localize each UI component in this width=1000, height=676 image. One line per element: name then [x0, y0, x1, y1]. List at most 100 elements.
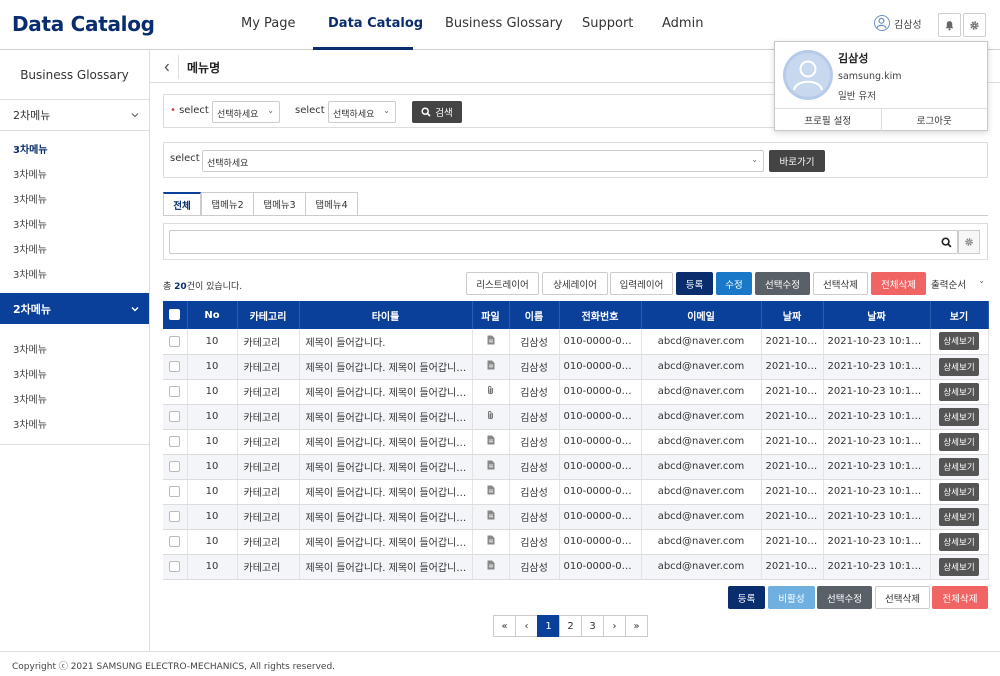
page-first-button[interactable]: «: [493, 615, 516, 637]
page-next-button[interactable]: ›: [603, 615, 626, 637]
table-row[interactable]: 10 카테고리 제목이 들어갑니다. 제목이 들어갑니다. 김삼성 010-0000-0…: [163, 529, 989, 555]
tab-all[interactable]: 전체: [163, 192, 201, 216]
filter-select-2[interactable]: 선택하세요 ⌄: [328, 101, 396, 123]
delete-all-button[interactable]: 전체삭제: [871, 272, 926, 295]
user-menu-button[interactable]: 김삼성: [874, 15, 922, 31]
document-icon[interactable]: [487, 560, 495, 573]
column-header[interactable]: No: [187, 301, 238, 329]
page-button[interactable]: 3: [581, 615, 604, 637]
sidebar-group-1[interactable]: 2차메뉴: [0, 100, 149, 131]
nav-item-admin[interactable]: Admin: [662, 16, 703, 31]
cell-title[interactable]: 제목이 들어갑니다. 제목이 들어갑니다.: [299, 479, 473, 505]
cell-title[interactable]: 제목이 들어갑니다. 제목이 들어갑니다.: [299, 404, 473, 430]
row-checkbox[interactable]: [169, 360, 181, 372]
nav-item-support[interactable]: Support: [582, 16, 633, 31]
cell-title[interactable]: 제목이 들어갑니다. 제목이 들어갑니다.: [299, 529, 473, 555]
filter-select-3[interactable]: 선택하세요 ⌄: [202, 150, 764, 172]
bottom-edit-selected-button[interactable]: 선택수정: [817, 586, 872, 609]
page-button[interactable]: 2: [559, 615, 582, 637]
search-button[interactable]: 검색: [412, 101, 462, 123]
document-icon[interactable]: [487, 510, 495, 523]
column-header[interactable]: 파일: [472, 301, 510, 329]
detail-view-button[interactable]: 상세보기: [939, 432, 979, 451]
column-header[interactable]: 이름: [509, 301, 560, 329]
select-all-checkbox[interactable]: [169, 309, 181, 321]
cell-title[interactable]: 제목이 들어갑니다. 제목이 들어갑니다.: [299, 379, 473, 405]
column-header[interactable]: 이메일: [641, 301, 762, 329]
table-row[interactable]: 10 카테고리 제목이 들어갑니다. 제목이 들어갑니다. 김삼성 010-0000-0…: [163, 429, 989, 455]
table-row[interactable]: 10 카테고리 제목이 들어갑니다. 제목이 들어갑니다. 김삼성 010-0000-0…: [163, 479, 989, 505]
column-header[interactable]: 보기: [930, 301, 989, 329]
detail-layer-button[interactable]: 상세레이어: [542, 272, 608, 295]
column-header[interactable]: 날짜: [823, 301, 931, 329]
cell-title[interactable]: 제목이 들어갑니다. 제목이 들어갑니다.: [299, 429, 473, 455]
detail-view-button[interactable]: 상세보기: [939, 532, 979, 551]
sidebar-group-2[interactable]: 2차메뉴: [0, 293, 149, 324]
document-icon[interactable]: [487, 335, 495, 348]
table-row[interactable]: 10 카테고리 제목이 들어갑니다. 제목이 들어갑니다. 김삼성 010-0000-0…: [163, 404, 989, 430]
table-row[interactable]: 10 카테고리 제목이 들어갑니다. 제목이 들어갑니다. 김삼성 010-0000-0…: [163, 504, 989, 530]
sidebar-item[interactable]: 3차메뉴: [0, 213, 149, 238]
row-checkbox[interactable]: [169, 510, 181, 522]
edit-button[interactable]: 수정: [716, 272, 752, 295]
detail-view-button[interactable]: 상세보기: [939, 507, 979, 526]
detail-view-button[interactable]: 상세보기: [939, 482, 979, 501]
tab-menu-3[interactable]: 탭메뉴3: [253, 192, 306, 216]
filter-select-1[interactable]: 선택하세요 ⌄: [212, 101, 280, 123]
column-header[interactable]: 전화번호: [559, 301, 642, 329]
table-row[interactable]: 10카테고리제목이 들어갑니다. 제목이 들어갑니다. 제목이 들어갑니다. 김삼…: [163, 354, 989, 380]
notification-button[interactable]: [938, 13, 961, 37]
settings-button[interactable]: [963, 13, 986, 37]
document-icon[interactable]: [487, 485, 495, 498]
row-checkbox[interactable]: [169, 460, 181, 472]
column-header[interactable]: 카테고리: [237, 301, 300, 329]
detail-view-button[interactable]: 상세보기: [939, 332, 979, 351]
cell-title[interactable]: 제목이 들어갑니다. 제목이 들어갑니다.: [299, 454, 473, 480]
table-row[interactable]: 10 카테고리 제목이 들어갑니다. 김삼성 010-0000-0000 abcd@nav…: [163, 329, 989, 355]
sidebar-item[interactable]: 3차메뉴: [0, 163, 149, 188]
detail-view-button[interactable]: 상세보기: [939, 407, 979, 426]
row-checkbox[interactable]: [169, 560, 181, 572]
sidebar-item[interactable]: 3차메뉴: [0, 263, 149, 288]
sidebar-item[interactable]: 3차메뉴: [0, 413, 149, 438]
logout-button[interactable]: 로그아웃: [882, 109, 988, 131]
tab-menu-2[interactable]: 탭메뉴2: [201, 192, 254, 216]
cell-title[interactable]: 제목이 들어갑니다. 제목이 들어갑니다.: [299, 554, 473, 580]
detail-view-button[interactable]: 상세보기: [939, 457, 979, 476]
input-layer-button[interactable]: 입력레이어: [610, 272, 673, 295]
bottom-register-button[interactable]: 등록: [728, 586, 765, 609]
search-icon[interactable]: [941, 237, 952, 248]
row-checkbox[interactable]: [169, 535, 181, 547]
table-row[interactable]: 10 카테고리 제목이 들어갑니다. 제목이 들어갑니다. 김삼성 010-0000-0…: [163, 379, 989, 405]
paperclip-icon[interactable]: [486, 385, 495, 399]
detail-view-button[interactable]: 상세보기: [939, 357, 979, 376]
row-checkbox[interactable]: [169, 485, 181, 497]
document-icon[interactable]: [487, 460, 495, 473]
sidebar-item[interactable]: 3차메뉴: [0, 388, 149, 413]
cell-title[interactable]: 제목이 들어갑니다. 제목이 들어갑니다.: [299, 504, 473, 530]
detail-view-button[interactable]: 상세보기: [939, 382, 979, 401]
go-button[interactable]: 바로가기: [769, 150, 825, 172]
page-prev-button[interactable]: ‹: [515, 615, 538, 637]
detail-view-button[interactable]: 상세보기: [939, 557, 979, 576]
search-settings-button[interactable]: [958, 230, 980, 254]
nav-item-data-catalog[interactable]: Data Catalog: [328, 16, 423, 31]
page-last-button[interactable]: »: [625, 615, 648, 637]
sidebar-item[interactable]: 3차메뉴: [0, 238, 149, 263]
tab-menu-4[interactable]: 탭메뉴4: [305, 192, 358, 216]
sidebar-item[interactable]: 3차메뉴: [0, 338, 149, 363]
document-icon[interactable]: [487, 360, 495, 373]
sidebar-item[interactable]: 3차메뉴: [0, 188, 149, 213]
row-checkbox[interactable]: [169, 410, 181, 422]
paperclip-icon[interactable]: [486, 410, 495, 424]
cell-title[interactable]: 제목이 들어갑니다.: [299, 329, 473, 355]
sort-order-select[interactable]: 출력순서 ⌄: [928, 272, 988, 295]
back-button[interactable]: [155, 55, 179, 79]
sidebar-item[interactable]: 3차메뉴: [0, 363, 149, 388]
row-checkbox[interactable]: [169, 385, 181, 397]
row-checkbox[interactable]: [169, 335, 181, 347]
table-row[interactable]: 10 카테고리 제목이 들어갑니다. 제목이 들어갑니다. 김삼성 010-0000-0…: [163, 554, 989, 580]
edit-selected-button[interactable]: 선택수정: [755, 272, 810, 295]
bottom-delete-all-button[interactable]: 전체삭제: [932, 586, 988, 609]
brand-logo[interactable]: Data Catalog: [12, 12, 155, 36]
